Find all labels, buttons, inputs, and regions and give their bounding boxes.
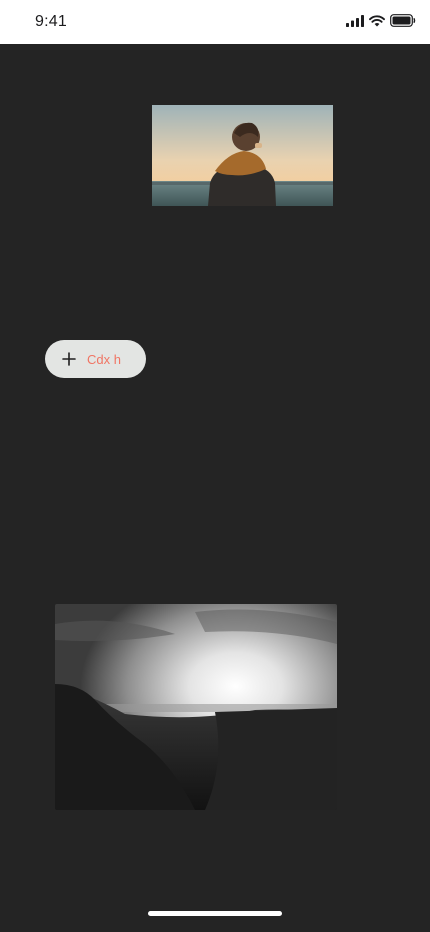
add-chip-button[interactable]: Cdx h: [45, 340, 146, 378]
plus-icon: [62, 352, 76, 366]
add-chip-label: Cdx h: [87, 351, 121, 367]
battery-icon: [390, 14, 416, 32]
home-indicator[interactable]: [148, 911, 282, 916]
cellular-signal-icon: [346, 14, 364, 32]
wifi-icon: [369, 14, 385, 32]
photo-sunlit-field: [55, 604, 337, 810]
photo-person-by-sea: [152, 105, 333, 206]
status-time: 9:41: [35, 13, 67, 30]
status-bar: 9:41: [0, 0, 430, 44]
status-icons: [346, 14, 416, 32]
